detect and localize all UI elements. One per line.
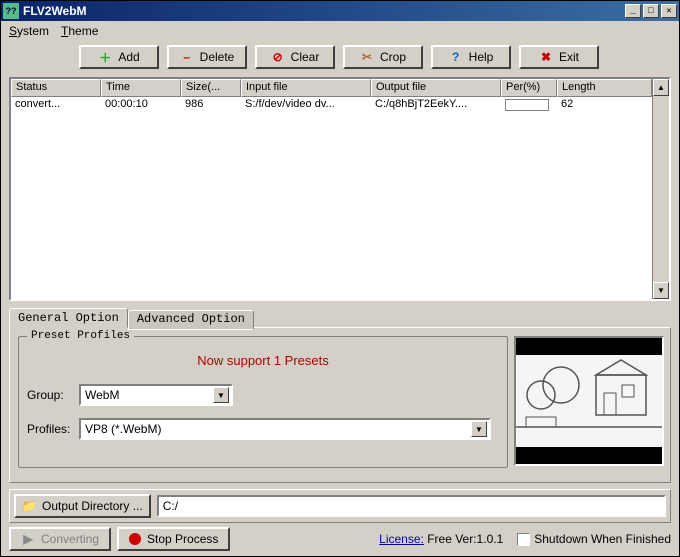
col-length[interactable]: Length: [557, 79, 652, 97]
cell-per: [501, 97, 557, 113]
add-label: Add: [118, 50, 139, 64]
menu-system[interactable]: System: [9, 24, 49, 38]
converting-button: ▶ Converting: [9, 527, 111, 551]
crop-button[interactable]: ✂ Crop: [343, 45, 423, 69]
exit-label: Exit: [559, 50, 579, 64]
group-value: WebM: [85, 388, 119, 402]
folder-icon: 📁: [22, 499, 36, 513]
group-label: Group:: [27, 388, 73, 402]
profiles-combobox[interactable]: VP8 (*.WebM) ▼: [79, 418, 491, 440]
profiles-label: Profiles:: [27, 422, 73, 436]
exit-button[interactable]: ✖ Exit: [519, 45, 599, 69]
vertical-scrollbar[interactable]: ▲ ▼: [652, 79, 669, 299]
tab-panel-general: Preset Profiles Now support 1 Presets Gr…: [9, 327, 671, 483]
video-preview: [514, 336, 664, 466]
add-button[interactable]: ＋ Add: [79, 45, 159, 69]
clear-label: Clear: [291, 50, 320, 64]
preset-legend: Preset Profiles: [27, 330, 134, 342]
output-directory-label: Output Directory ...: [42, 499, 143, 513]
minimize-button[interactable]: _: [625, 4, 641, 18]
cell-output: C:/q8hBjT2EekY....: [371, 97, 501, 113]
cell-time: 00:00:10: [101, 97, 181, 113]
stop-process-button[interactable]: Stop Process: [117, 527, 230, 551]
preview-frame-icon: [516, 355, 662, 447]
help-button[interactable]: ? Help: [431, 45, 511, 69]
output-directory-input[interactable]: [157, 495, 666, 517]
scroll-down-icon[interactable]: ▼: [653, 282, 669, 299]
clear-icon: ⊘: [271, 50, 285, 64]
cell-length: 62: [557, 97, 652, 113]
minus-icon: –: [180, 50, 194, 64]
action-row: ▶ Converting Stop Process License: Free …: [9, 527, 671, 551]
convert-icon: ▶: [21, 532, 35, 546]
converting-label: Converting: [41, 532, 99, 546]
license-link[interactable]: License:: [379, 532, 424, 546]
progress-bar: [505, 99, 549, 111]
col-output[interactable]: Output file: [371, 79, 501, 97]
cell-status: convert...: [11, 97, 101, 113]
menubar: System Theme: [1, 21, 679, 41]
profiles-value: VP8 (*.WebM): [85, 422, 161, 436]
preset-profiles-group: Preset Profiles Now support 1 Presets Gr…: [18, 336, 508, 468]
cell-size: 986: [181, 97, 241, 113]
shutdown-checkbox[interactable]: Shutdown When Finished: [517, 532, 671, 546]
chevron-down-icon: ▼: [471, 421, 487, 437]
help-label: Help: [469, 50, 494, 64]
group-combobox[interactable]: WebM ▼: [79, 384, 233, 406]
titlebar: ?? FLV2WebM _ □ ✕: [1, 1, 679, 21]
tab-general-option[interactable]: General Option: [9, 308, 128, 328]
output-directory-button[interactable]: 📁 Output Directory ...: [14, 494, 151, 518]
stop-label: Stop Process: [147, 532, 218, 546]
exit-icon: ✖: [539, 50, 553, 64]
col-time[interactable]: Time: [101, 79, 181, 97]
stop-icon: [129, 533, 141, 545]
tab-advanced-option[interactable]: Advanced Option: [128, 310, 254, 330]
col-per[interactable]: Per(%): [501, 79, 557, 97]
scroll-up-icon[interactable]: ▲: [653, 79, 669, 96]
plus-icon: ＋: [98, 50, 112, 64]
cell-input: S:/f/dev/video dv...: [241, 97, 371, 113]
crop-icon: ✂: [360, 50, 374, 64]
maximize-button[interactable]: □: [643, 4, 659, 18]
license-text: License: Free Ver:1.0.1: [236, 532, 511, 546]
preset-message: Now support 1 Presets: [27, 347, 499, 384]
col-size[interactable]: Size(...: [181, 79, 241, 97]
table-row[interactable]: convert... 00:00:10 986 S:/f/dev/video d…: [11, 97, 652, 113]
close-button[interactable]: ✕: [661, 4, 677, 18]
crop-label: Crop: [380, 50, 406, 64]
menu-theme[interactable]: Theme: [61, 24, 98, 38]
col-input[interactable]: Input file: [241, 79, 371, 97]
list-header: Status Time Size(... Input file Output f…: [11, 79, 652, 97]
delete-button[interactable]: – Delete: [167, 45, 247, 69]
help-icon: ?: [449, 50, 463, 64]
col-status[interactable]: Status: [11, 79, 101, 97]
toolbar: ＋ Add – Delete ⊘ Clear ✂ Crop ? Help ✖ E…: [1, 41, 679, 77]
chevron-down-icon: ▼: [213, 387, 229, 403]
clear-button[interactable]: ⊘ Clear: [255, 45, 335, 69]
file-list: Status Time Size(... Input file Output f…: [9, 77, 671, 301]
delete-label: Delete: [200, 50, 235, 64]
output-directory-row: 📁 Output Directory ...: [9, 489, 671, 523]
checkbox-icon: [517, 533, 530, 546]
app-icon: ??: [3, 3, 19, 19]
license-value: Free Ver:1.0.1: [427, 532, 503, 546]
shutdown-label: Shutdown When Finished: [534, 532, 671, 546]
window-title: FLV2WebM: [23, 4, 625, 18]
